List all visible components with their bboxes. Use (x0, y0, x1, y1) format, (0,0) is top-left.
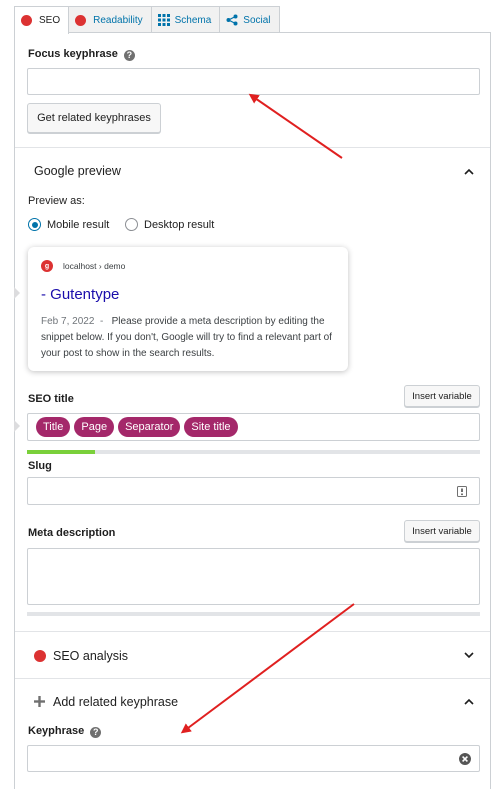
related-keyphrase-input[interactable] (27, 745, 480, 772)
metabox-tabs: SEO Readability Schema Social (14, 6, 280, 34)
help-icon[interactable]: ? (123, 49, 135, 61)
plus-icon (34, 696, 45, 707)
tab-schema[interactable]: Schema (150, 6, 221, 33)
seo-title-input[interactable]: Title Page Separator Site title (27, 413, 480, 441)
grid-icon (157, 14, 170, 26)
insert-variable-button[interactable]: Insert variable (404, 385, 480, 407)
tab-readability[interactable]: Readability (68, 6, 152, 33)
progress-fill (27, 450, 95, 454)
seo-analysis-title[interactable]: SEO analysis (53, 649, 128, 663)
seo-title-progress (27, 450, 480, 454)
tab-readability-label: Readability (93, 14, 143, 26)
radio-desktop-result[interactable]: Desktop result (125, 218, 214, 231)
preview-description: Feb 7, 2022 - Please provide a meta desc… (41, 316, 332, 359)
google-preview-title[interactable]: Google preview (34, 164, 121, 178)
slug-label: Slug (28, 460, 52, 472)
tab-social[interactable]: Social (219, 6, 280, 33)
red-dot-icon (21, 15, 32, 26)
divider (15, 147, 490, 148)
chevron-down-icon[interactable] (464, 650, 474, 660)
radio-selected-icon (28, 218, 41, 231)
caret-right-icon (14, 287, 20, 299)
preview-as-label: Preview as: (28, 195, 85, 207)
favicon: g (41, 260, 53, 272)
google-preview-card[interactable]: g localhost › demo - Gutentype Feb 7, 20… (28, 247, 348, 371)
preview-date: Feb 7, 2022 (41, 316, 95, 327)
focus-keyphrase-input[interactable] (27, 68, 480, 95)
tab-social-label: Social (243, 14, 271, 26)
variable-pill[interactable]: Page (74, 417, 115, 437)
keyphrase-label: Keyphrase? (28, 725, 102, 738)
variable-pill[interactable]: Separator (118, 417, 181, 437)
divider (15, 678, 490, 679)
tab-schema-label: Schema (174, 14, 212, 26)
info-card-icon (457, 486, 467, 497)
add-related-keyphrase-title[interactable]: Add related keyphrase (53, 695, 178, 709)
red-dot-icon (34, 650, 46, 662)
tab-seo[interactable]: SEO (14, 6, 70, 34)
meta-description-label: Meta description (28, 527, 116, 539)
seo-title-label: SEO title (28, 393, 74, 405)
help-icon[interactable]: ? (90, 726, 102, 738)
preview-title: - Gutentype (41, 286, 120, 303)
seo-panel: Focus keyphrase? Get related keyphrases … (14, 32, 491, 789)
focus-keyphrase-label: Focus keyphrase? (28, 48, 135, 61)
get-related-keyphrases-button[interactable]: Get related keyphrases (27, 103, 161, 133)
caret-right-icon (14, 420, 20, 432)
chevron-up-icon[interactable] (464, 167, 474, 177)
radio-unselected-icon (125, 218, 138, 231)
divider (15, 631, 490, 632)
clear-icon[interactable] (459, 753, 471, 765)
radio-mobile-result[interactable]: Mobile result (28, 218, 109, 231)
chevron-up-icon[interactable] (464, 697, 474, 707)
red-dot-icon (75, 14, 87, 26)
share-icon (226, 14, 238, 26)
variable-pill[interactable]: Site title (184, 417, 238, 437)
preview-url: localhost › demo (63, 261, 126, 271)
variable-pill[interactable]: Title (36, 417, 71, 437)
meta-description-progress (27, 612, 480, 616)
tab-seo-label: SEO (39, 15, 61, 26)
meta-description-input[interactable] (27, 548, 480, 605)
insert-variable-button[interactable]: Insert variable (404, 520, 480, 542)
slug-input[interactable] (27, 477, 480, 505)
